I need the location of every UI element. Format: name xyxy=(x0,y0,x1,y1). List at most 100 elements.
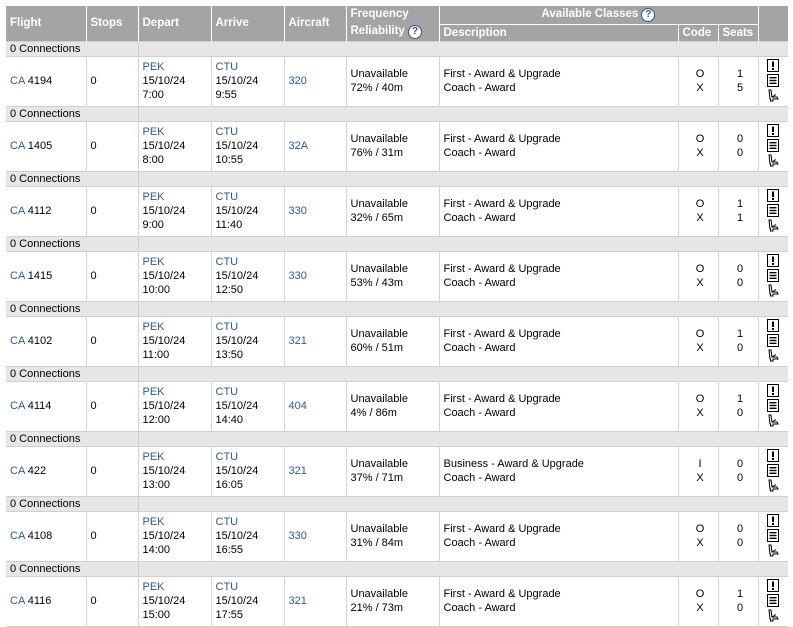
airline-link[interactable]: CA xyxy=(10,75,25,87)
aircraft-link[interactable]: 321 xyxy=(289,335,307,347)
seat-icon[interactable] xyxy=(767,284,780,297)
seat-icon[interactable] xyxy=(767,609,780,622)
airline-link[interactable]: CA xyxy=(10,595,25,607)
airline-link[interactable]: CA xyxy=(10,335,25,347)
arrive-airport-link[interactable]: CTU xyxy=(216,190,284,204)
seat-icon[interactable] xyxy=(767,414,780,427)
depart-time: 13:00 xyxy=(142,479,171,491)
aircraft-link[interactable]: 321 xyxy=(289,595,307,607)
details-icon[interactable] xyxy=(767,399,780,412)
alert-icon[interactable] xyxy=(767,449,780,462)
arrive-airport-link[interactable]: CTU xyxy=(216,125,284,139)
arrive-airport-link[interactable]: CTU xyxy=(216,515,284,529)
aircraft-link[interactable]: 330 xyxy=(289,205,307,217)
seat-icon[interactable] xyxy=(767,154,780,167)
flight-cell: CA 4194 xyxy=(6,55,87,106)
depart-airport-link[interactable]: PEK xyxy=(143,60,211,74)
details-icon[interactable] xyxy=(767,334,780,347)
depart-airport-link[interactable]: PEK xyxy=(143,580,211,594)
arrive-airport-link[interactable]: CTU xyxy=(216,320,284,334)
seat-icon[interactable] xyxy=(767,544,780,557)
depart-date: 15/10/24 xyxy=(142,75,186,87)
flight-row: CA 4108 0 PEK 15/10/24 14:00 CTU 15/10/24 16:55… xyxy=(6,510,789,561)
airline-link[interactable]: CA xyxy=(10,400,25,412)
depart-airport-link[interactable]: PEK xyxy=(143,320,211,334)
class-code-2: X xyxy=(696,537,704,549)
alert-icon[interactable] xyxy=(767,189,780,202)
alert-icon[interactable] xyxy=(767,514,780,527)
code-cell: OX xyxy=(678,120,719,171)
alert-icon[interactable] xyxy=(767,319,780,332)
reliability-help-icon[interactable]: ? xyxy=(408,25,423,40)
airline-link[interactable]: CA xyxy=(10,270,25,282)
aircraft-link[interactable]: 320 xyxy=(289,75,307,87)
seat-icon[interactable] xyxy=(767,349,780,362)
flight-number: 4108 xyxy=(27,530,53,542)
seats-cell: 11 xyxy=(718,185,759,236)
class-description-1: First - Award & Upgrade xyxy=(443,588,561,600)
stops-cell: 0 xyxy=(86,250,139,301)
depart-airport-link[interactable]: PEK xyxy=(143,385,211,399)
available-classes-help-icon[interactable]: ? xyxy=(641,7,656,22)
class-code-2: X xyxy=(696,277,704,289)
alert-icon[interactable] xyxy=(767,124,780,137)
description-cell: First - Award & Upgrade Coach - Award xyxy=(439,380,679,431)
seats-count-1: 1 xyxy=(736,393,744,405)
flight-number: 4102 xyxy=(27,335,53,347)
aircraft-cell: 330 xyxy=(284,250,347,301)
class-code-2: X xyxy=(696,407,704,419)
connections-label: 0 Connections xyxy=(6,170,138,186)
alert-icon[interactable] xyxy=(767,579,780,592)
arrive-airport-link[interactable]: CTU xyxy=(216,60,284,74)
aircraft-link[interactable]: 32A xyxy=(289,140,309,152)
details-icon[interactable] xyxy=(767,74,780,87)
depart-airport-link[interactable]: PEK xyxy=(143,125,211,139)
alert-icon[interactable] xyxy=(767,59,780,72)
code-cell: IX xyxy=(678,445,719,496)
depart-airport-link[interactable]: PEK xyxy=(143,255,211,269)
aircraft-link[interactable]: 404 xyxy=(289,400,307,412)
airline-link[interactable]: CA xyxy=(10,465,25,477)
description-cell: First - Award & Upgrade Coach - Award xyxy=(439,185,679,236)
airline-link[interactable]: CA xyxy=(10,530,25,542)
arrive-date: 15/10/24 xyxy=(215,270,259,282)
class-code-2: X xyxy=(696,147,704,159)
arrive-airport-link[interactable]: CTU xyxy=(216,255,284,269)
class-code-2: X xyxy=(696,342,704,354)
code-cell: OX xyxy=(678,380,719,431)
flight-number: 422 xyxy=(27,465,47,477)
details-icon[interactable] xyxy=(767,204,780,217)
depart-cell: PEK 15/10/24 13:00 xyxy=(138,445,212,496)
depart-airport-link[interactable]: PEK xyxy=(143,190,211,204)
details-icon[interactable] xyxy=(767,269,780,282)
depart-airport-link[interactable]: PEK xyxy=(143,450,211,464)
arrive-airport-link[interactable]: CTU xyxy=(216,580,284,594)
seats-count-1: 1 xyxy=(736,68,744,80)
airline-link[interactable]: CA xyxy=(10,205,25,217)
reliability-value: 32% / 65m xyxy=(350,212,404,224)
aircraft-cell: 320 xyxy=(284,55,347,106)
alert-icon[interactable] xyxy=(767,384,780,397)
seat-icon[interactable] xyxy=(767,89,780,102)
depart-date: 15/10/24 xyxy=(142,140,186,152)
arrive-time: 12:50 xyxy=(215,284,244,296)
description-cell: First - Award & Upgrade Coach - Award xyxy=(439,575,679,627)
arrive-airport-link[interactable]: CTU xyxy=(216,450,284,464)
arrive-airport-link[interactable]: CTU xyxy=(216,385,284,399)
details-icon[interactable] xyxy=(767,139,780,152)
aircraft-link[interactable]: 321 xyxy=(289,465,307,477)
details-icon[interactable] xyxy=(767,529,780,542)
depart-airport-link[interactable]: PEK xyxy=(143,515,211,529)
aircraft-link[interactable]: 330 xyxy=(289,270,307,282)
aircraft-link[interactable]: 330 xyxy=(289,530,307,542)
details-icon[interactable] xyxy=(767,594,780,607)
depart-time: 15:00 xyxy=(142,609,171,621)
alert-icon[interactable] xyxy=(767,254,780,267)
flight-number: 4194 xyxy=(27,75,53,87)
connections-row: 0 Connections xyxy=(6,40,789,56)
seat-icon[interactable] xyxy=(767,479,780,492)
airline-link[interactable]: CA xyxy=(10,140,25,152)
details-icon[interactable] xyxy=(767,464,780,477)
seat-icon[interactable] xyxy=(767,219,780,232)
class-description-2: Coach - Award xyxy=(443,537,516,549)
